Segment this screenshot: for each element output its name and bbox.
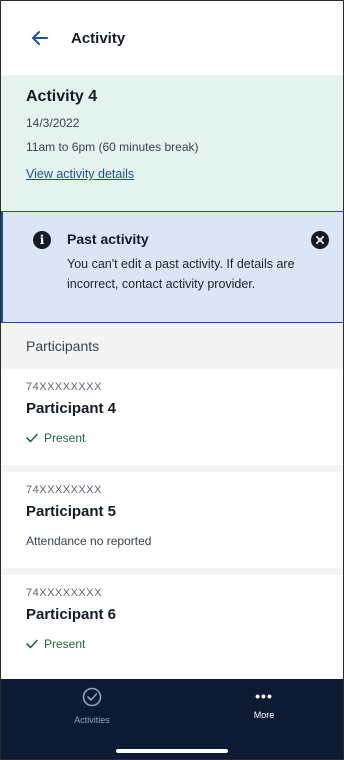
view-activity-details-link[interactable]: View activity details bbox=[26, 167, 134, 181]
activity-title: Activity 4 bbox=[26, 88, 98, 105]
check-circle-icon bbox=[82, 687, 102, 712]
alert-message: You can't edit a past activity. If detai… bbox=[67, 257, 295, 291]
attendance-status: Attendance no reported bbox=[26, 534, 318, 548]
nav-activities[interactable]: Activities bbox=[52, 687, 132, 725]
status-label: Attendance no reported bbox=[26, 534, 152, 548]
activity-summary: Activity 4 14/3/2022 11am to 6pm (60 min… bbox=[1, 75, 343, 211]
info-icon: i bbox=[33, 231, 51, 249]
status-label: Present bbox=[44, 637, 86, 651]
participant-name: Participant 5 bbox=[26, 503, 117, 520]
back-arrow-icon[interactable] bbox=[27, 25, 53, 51]
nav-activities-label: Activities bbox=[74, 715, 110, 725]
page-title: Activity bbox=[71, 29, 126, 47]
app-header: Activity bbox=[1, 1, 343, 75]
activity-time: 11am to 6pm (60 minutes break) bbox=[26, 140, 199, 154]
participants-heading: Participants bbox=[1, 323, 343, 369]
check-icon bbox=[26, 433, 38, 443]
nav-more-label: More bbox=[253, 710, 275, 720]
close-icon[interactable] bbox=[311, 231, 329, 249]
participant-id: 74XXXXXXXX bbox=[26, 484, 102, 496]
attendance-status: Present bbox=[26, 637, 318, 651]
participant-card[interactable]: 74XXXXXXXX Participant 6 Present bbox=[1, 575, 343, 671]
activity-date: 14/3/2022 bbox=[26, 116, 80, 130]
participant-name: Participant 4 bbox=[26, 400, 117, 417]
attendance-status: Present bbox=[26, 431, 318, 445]
home-indicator bbox=[116, 749, 228, 753]
past-activity-alert: i Past activity You can't edit a past ac… bbox=[1, 211, 343, 323]
participant-id: 74XXXXXXXX bbox=[26, 587, 102, 599]
check-icon bbox=[26, 639, 38, 649]
participant-card[interactable]: 74XXXXXXXX Participant 5 Attendance no r… bbox=[1, 472, 343, 568]
participant-name: Participant 6 bbox=[26, 606, 117, 623]
bottom-navigation: Activities ••• More bbox=[1, 679, 343, 759]
status-label: Present bbox=[44, 431, 86, 445]
participant-card[interactable]: 74XXXXXXXX Participant 4 Present bbox=[1, 369, 343, 465]
nav-more[interactable]: ••• More bbox=[224, 687, 304, 720]
more-dots-icon: ••• bbox=[255, 688, 273, 704]
participant-id: 74XXXXXXXX bbox=[26, 381, 102, 393]
participants-section: Participants 74XXXXXXXX Participant 4 Pr… bbox=[1, 323, 343, 671]
alert-title: Past activity bbox=[67, 231, 149, 247]
